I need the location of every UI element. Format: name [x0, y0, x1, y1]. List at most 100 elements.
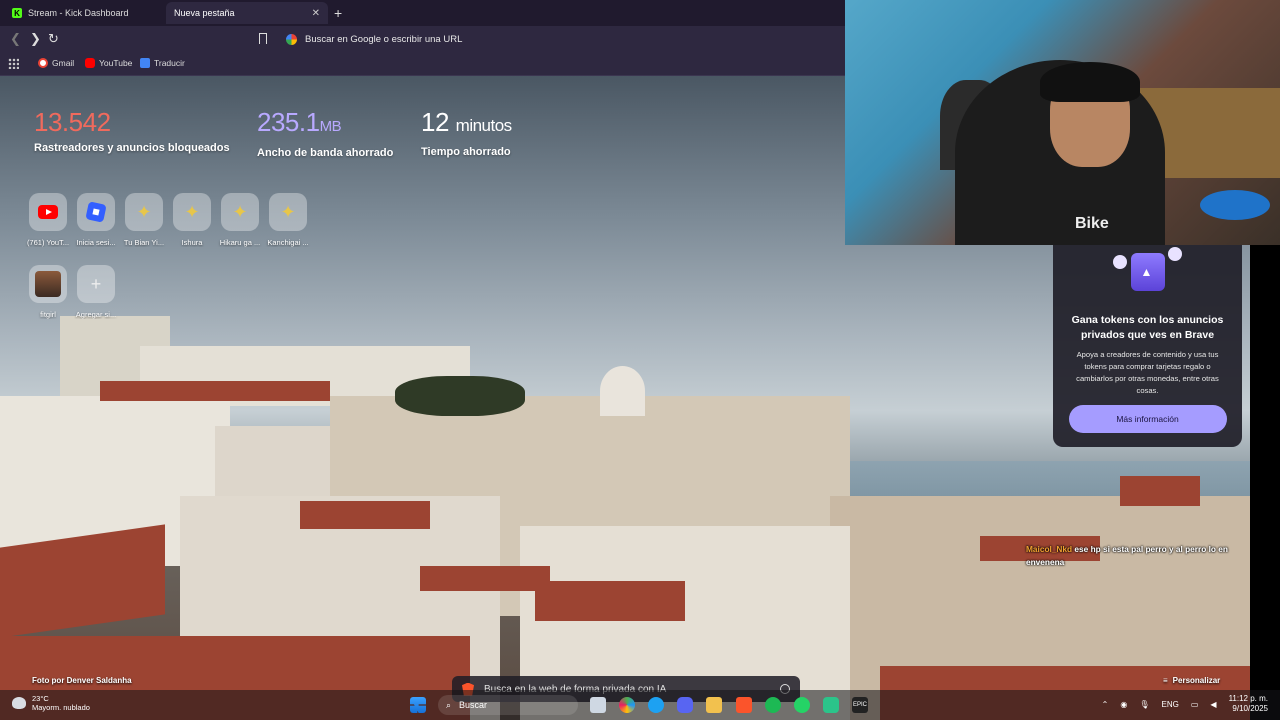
top-site-label: Tu Bian Yi...	[123, 238, 165, 247]
search-icon	[1168, 247, 1182, 261]
bookmark-gmail[interactable]: Gmail	[38, 58, 74, 68]
clock-time: 11:12 p. m.	[1228, 694, 1268, 703]
chevron-up-icon[interactable]: ⌃	[1102, 700, 1109, 709]
blue-chair	[1200, 190, 1270, 220]
kick-icon: K	[12, 8, 22, 18]
microphone-icon[interactable]: 🎙	[1139, 700, 1149, 709]
search-icon: ⌕	[446, 699, 452, 710]
avatar-icon	[35, 271, 61, 297]
reload-icon[interactable]: ↻	[48, 31, 59, 47]
trackers-label: Rastreadores y anuncios bloqueados	[34, 142, 230, 154]
copilot-icon[interactable]	[619, 697, 635, 713]
top-site-tile	[29, 265, 67, 303]
trackers-count: 13.542	[34, 107, 111, 137]
roof	[535, 581, 685, 621]
top-site-kanchigai[interactable]: ✦ Kanchigai ...	[266, 193, 310, 247]
forward-icon[interactable]: ❯	[30, 31, 41, 47]
star-icon: ✦	[232, 201, 248, 222]
top-site-label: Agregar si...	[75, 310, 117, 319]
photo-credit[interactable]: Foto por Denver Saldanha	[32, 676, 132, 685]
app-icon[interactable]	[823, 697, 839, 713]
youtube-icon	[38, 205, 58, 219]
brave-icon[interactable]	[736, 697, 752, 713]
epic-games-icon[interactable]: EPIC	[852, 697, 868, 713]
webcam-overlay: Bike	[845, 0, 1280, 245]
roof	[420, 566, 550, 591]
tab-strip: K Stream - Kick Dashboard Nueva pestaña …	[0, 0, 845, 26]
customize-label: Personalizar	[1172, 676, 1221, 685]
gmail-icon	[38, 58, 48, 68]
windows-start-icon[interactable]	[410, 697, 426, 713]
bookmark-traducir[interactable]: Traducir	[140, 58, 185, 68]
top-site-tu-bian[interactable]: ✦ Tu Bian Yi...	[122, 193, 166, 247]
top-site-tile: ✦	[269, 193, 307, 231]
time-unit: minutos	[455, 116, 513, 135]
ad-card-title: Gana tokens con los anuncios privados qu…	[1071, 314, 1224, 341]
taskbar: 23°C Mayorm. nublado ⌕ Buscar EPIC ⌃ ◉ 🎙…	[0, 690, 1280, 720]
chat-message: Maicol_Nkd ese hp si esta pal perro y al…	[1026, 543, 1241, 569]
edge-icon[interactable]	[648, 697, 664, 713]
back-icon[interactable]: ❮	[10, 31, 21, 47]
top-site-tile: ✦	[125, 193, 163, 231]
weather-desc: Mayorm. nublado	[32, 703, 90, 712]
top-site-fitgirl[interactable]: fitgirl	[26, 265, 70, 319]
more-info-button[interactable]: Más información	[1068, 405, 1227, 433]
top-site-tile: ✦	[173, 193, 211, 231]
bookmark-label: Gmail	[52, 58, 75, 68]
bandwidth-value: 235.1	[257, 107, 320, 137]
customize-button[interactable]: ≡ Personalizar	[1163, 676, 1220, 685]
top-site-tile: +	[77, 265, 115, 303]
plus-icon: +	[90, 273, 102, 294]
bookmark-icon[interactable]	[259, 33, 267, 44]
google-icon	[286, 33, 297, 45]
whatsapp-icon[interactable]	[794, 697, 810, 713]
top-site-hikaru[interactable]: ✦ Hikaru ga ...	[218, 193, 262, 247]
brave-rewards-card: Gana tokens con los anuncios privados qu…	[1053, 245, 1242, 447]
weather-widget[interactable]: 23°C Mayorm. nublado	[12, 694, 90, 712]
add-site-button[interactable]: + Agregar si...	[74, 265, 118, 319]
language-indicator[interactable]: ENG	[1162, 700, 1179, 709]
stat-time: 12 minutos Tiempo ahorrado	[421, 106, 512, 158]
clock[interactable]: 11:12 p. m. 9/10/2025	[1229, 694, 1268, 714]
top-site-label: Inicia sesi...	[76, 238, 116, 247]
address-bar[interactable]: Buscar en Google o escribir una URL	[280, 29, 845, 49]
roof	[300, 501, 430, 529]
star-icon: ✦	[280, 201, 296, 222]
bandwidth-label: Ancho de banda ahorrado	[257, 147, 394, 159]
tab-label: Stream - Kick Dashboard	[28, 8, 129, 18]
bookmark-label: YouTube	[99, 58, 133, 68]
folder-icon[interactable]	[706, 697, 722, 713]
discord-icon[interactable]	[677, 697, 693, 713]
brave-rewards-icon	[1130, 253, 1165, 291]
top-site-label: fitgirl	[40, 310, 56, 319]
top-site-roblox[interactable]: Inicia sesi...	[74, 193, 118, 247]
new-tab-button[interactable]: +	[334, 5, 342, 21]
star-icon: ✦	[136, 201, 152, 222]
system-tray: ⌃ ◉ 🎙 ENG ▭ ◀ 11:12 p. m. 9/10/2025	[1102, 694, 1268, 714]
shirt-print: Bike	[1075, 215, 1109, 232]
tab-new-tab[interactable]: Nueva pestaña ✕	[166, 2, 328, 24]
cloud-icon	[12, 697, 26, 709]
steam-icon[interactable]: ◉	[1120, 700, 1127, 709]
dome	[600, 366, 645, 416]
close-icon[interactable]: ✕	[312, 8, 320, 19]
top-site-label: Ishura	[181, 238, 203, 247]
roof	[100, 381, 330, 401]
top-site-youtube[interactable]: (761) YouT...	[26, 193, 70, 247]
top-site-label: Hikaru ga ...	[219, 238, 261, 247]
apps-grid-icon[interactable]	[8, 58, 19, 69]
network-icon[interactable]: ▭	[1191, 700, 1199, 709]
stat-bandwidth: 235.1MB Ancho de banda ahorrado	[257, 106, 393, 159]
trees	[395, 376, 525, 416]
taskbar-search[interactable]: ⌕ Buscar	[438, 695, 578, 715]
address-placeholder: Buscar en Google o escribir una URL	[305, 33, 463, 45]
tab-kick-dashboard[interactable]: K Stream - Kick Dashboard	[4, 2, 164, 24]
bookmark-youtube[interactable]: YouTube	[85, 58, 132, 68]
spotify-icon[interactable]	[765, 697, 781, 713]
file-icon[interactable]	[590, 697, 606, 713]
stat-trackers: 13.542 Rastreadores y anuncios bloqueado…	[34, 106, 230, 154]
badge-icon	[1113, 255, 1127, 269]
top-site-tile	[77, 193, 115, 231]
top-site-ishura[interactable]: ✦ Ishura	[170, 193, 214, 247]
volume-icon[interactable]: ◀	[1210, 700, 1216, 709]
